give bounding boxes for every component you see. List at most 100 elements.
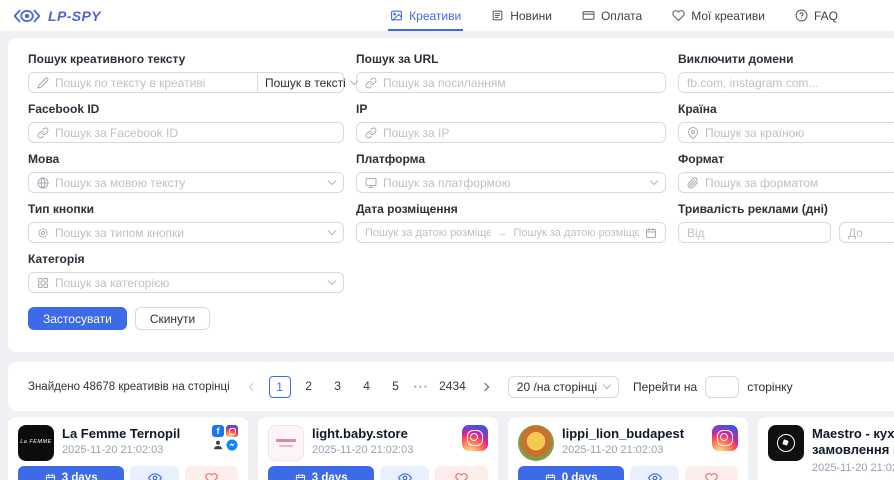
avatar-text: La FEMME — [20, 439, 52, 447]
prev-page-button[interactable] — [244, 376, 262, 398]
country-input[interactable] — [705, 126, 894, 140]
format-input[interactable] — [705, 176, 894, 190]
creative-card[interactable]: light.baby.store 2025-11-20 21:02:03 3 d… — [258, 417, 498, 480]
favorite-button[interactable] — [685, 466, 738, 480]
creative-card[interactable]: lippi_lion_budapest 2025-11-20 21:02:03 … — [508, 417, 748, 480]
nav-item-news[interactable]: Новини — [491, 0, 552, 31]
page-button-5[interactable]: 5 — [385, 376, 407, 398]
page-button-3[interactable]: 3 — [327, 376, 349, 398]
goto-label: Перейти на — [633, 380, 697, 394]
pagination-ellipsis[interactable]: ••• — [414, 382, 429, 392]
filter-creative-text: Пошук креативного тексту Пошук в тексті — [28, 52, 344, 93]
goto-page-input[interactable] — [705, 376, 739, 398]
page-size-value: 20 /на сторінці — [517, 380, 597, 394]
creative-card[interactable]: La FEMME La Femme Ternopil 2025-11-20 21… — [8, 417, 248, 480]
goto-page: Перейти на сторінку — [633, 376, 793, 398]
messenger-icon — [226, 439, 238, 451]
gear-icon — [37, 227, 49, 239]
duration-from-input[interactable] — [687, 226, 822, 240]
ip-input[interactable] — [383, 126, 657, 140]
chevron-right-icon — [481, 382, 489, 390]
exclude-domains-input[interactable] — [687, 76, 894, 90]
nav-item-my-creatives[interactable]: Мої креативи — [672, 0, 765, 31]
social-networks — [462, 425, 488, 451]
nav-item-faq[interactable]: FAQ — [795, 0, 838, 31]
top-navigation-bar: LP-SPY Креативи Новини Оплата Мої креати… — [0, 0, 894, 31]
favorite-button[interactable] — [185, 466, 238, 480]
select-placeholder: Пошук за категорією — [55, 276, 323, 290]
avatar — [268, 425, 304, 461]
eye-icon — [398, 471, 412, 480]
page-button-2[interactable]: 2 — [298, 376, 320, 398]
view-button[interactable] — [630, 466, 678, 480]
arrow-right-icon: → — [497, 227, 508, 239]
select-placeholder: Пошук за платформою — [383, 176, 645, 190]
next-page-button[interactable] — [476, 376, 494, 398]
link-icon — [365, 77, 377, 89]
date-from-input[interactable] — [365, 227, 491, 239]
date-to-input[interactable] — [514, 227, 640, 239]
card-icon — [582, 9, 595, 22]
page-size-select[interactable]: 20 /на сторінці — [508, 376, 619, 398]
text-search-mode-select[interactable]: Пошук в тексті — [258, 72, 344, 93]
heart-icon — [205, 472, 218, 480]
duration-button[interactable]: 0 days — [518, 466, 624, 480]
card-title: La Femme Ternopil — [62, 426, 204, 441]
pagination-bar: Знайдено 48678 креативів на сторінці 1 2… — [8, 362, 894, 411]
goto-suffix: сторінку — [747, 380, 792, 394]
duration-button[interactable]: 3 days — [18, 466, 124, 480]
duration-button[interactable]: 3 days — [268, 466, 374, 480]
button-type-select[interactable]: Пошук за типом кнопки — [28, 222, 344, 243]
logo[interactable]: LP-SPY — [12, 7, 101, 25]
platform-select[interactable]: Пошук за платформою — [356, 172, 666, 193]
card-title: lippi_lion_budapest — [562, 426, 704, 441]
image-icon — [390, 9, 403, 22]
heart-icon — [672, 9, 685, 22]
filter-button-type: Тип кнопки Пошук за типом кнопки — [28, 202, 344, 243]
social-networks: f — [212, 425, 238, 451]
filter-facebook-id: Facebook ID — [28, 102, 344, 143]
url-input[interactable] — [383, 76, 657, 90]
calendar-icon — [45, 473, 56, 480]
card-title: Maestro - кухні, меблі на замовлення в У… — [812, 426, 894, 459]
filter-label: Категорія — [28, 252, 344, 266]
filter-label: Мова — [28, 152, 344, 166]
nav-item-creatives[interactable]: Креативи — [390, 0, 461, 31]
favorite-button[interactable] — [435, 466, 488, 480]
category-select[interactable]: Пошук за категорією — [28, 272, 344, 293]
chevron-down-icon — [603, 381, 611, 389]
avatar — [518, 425, 554, 461]
nav-item-payment[interactable]: Оплата — [582, 0, 642, 31]
grid-icon — [37, 277, 49, 289]
creative-card[interactable]: Maestro - кухні, меблі на замовлення в У… — [758, 417, 894, 480]
filter-label: Формат — [678, 152, 894, 166]
reset-button[interactable]: Скинути — [135, 307, 210, 330]
filter-label: Країна — [678, 102, 894, 116]
filter-label: Виключити домени — [678, 52, 894, 66]
nav-label: Новини — [510, 9, 552, 23]
apply-button[interactable]: Застосувати — [28, 307, 127, 330]
instagram-icon — [462, 425, 488, 451]
language-select[interactable]: Пошук за мовою тексту — [28, 172, 344, 193]
page-button-4[interactable]: 4 — [356, 376, 378, 398]
nav-label: Оплата — [601, 9, 642, 23]
page-button-last[interactable]: 2434 — [436, 376, 469, 398]
view-button[interactable] — [130, 466, 178, 480]
card-datetime: 2025-11-20 21:02:03 — [312, 444, 454, 456]
eye-logo-icon — [12, 7, 42, 25]
calendar-icon — [295, 473, 306, 480]
filter-label: Платформа — [356, 152, 666, 166]
chevron-left-icon — [248, 382, 256, 390]
view-button[interactable] — [380, 466, 428, 480]
duration-label: 3 days — [312, 472, 348, 480]
question-icon — [795, 9, 808, 22]
facebook-id-input[interactable] — [55, 126, 335, 140]
creative-text-input[interactable] — [55, 76, 249, 90]
person-icon — [212, 439, 224, 451]
duration-to-input[interactable] — [848, 226, 894, 240]
card-datetime: 2025-11-20 21:02:03 — [812, 462, 894, 474]
chevron-down-icon — [650, 177, 658, 185]
pencil-icon — [37, 77, 49, 89]
chevron-down-icon — [328, 277, 336, 285]
page-button-1[interactable]: 1 — [269, 376, 291, 398]
